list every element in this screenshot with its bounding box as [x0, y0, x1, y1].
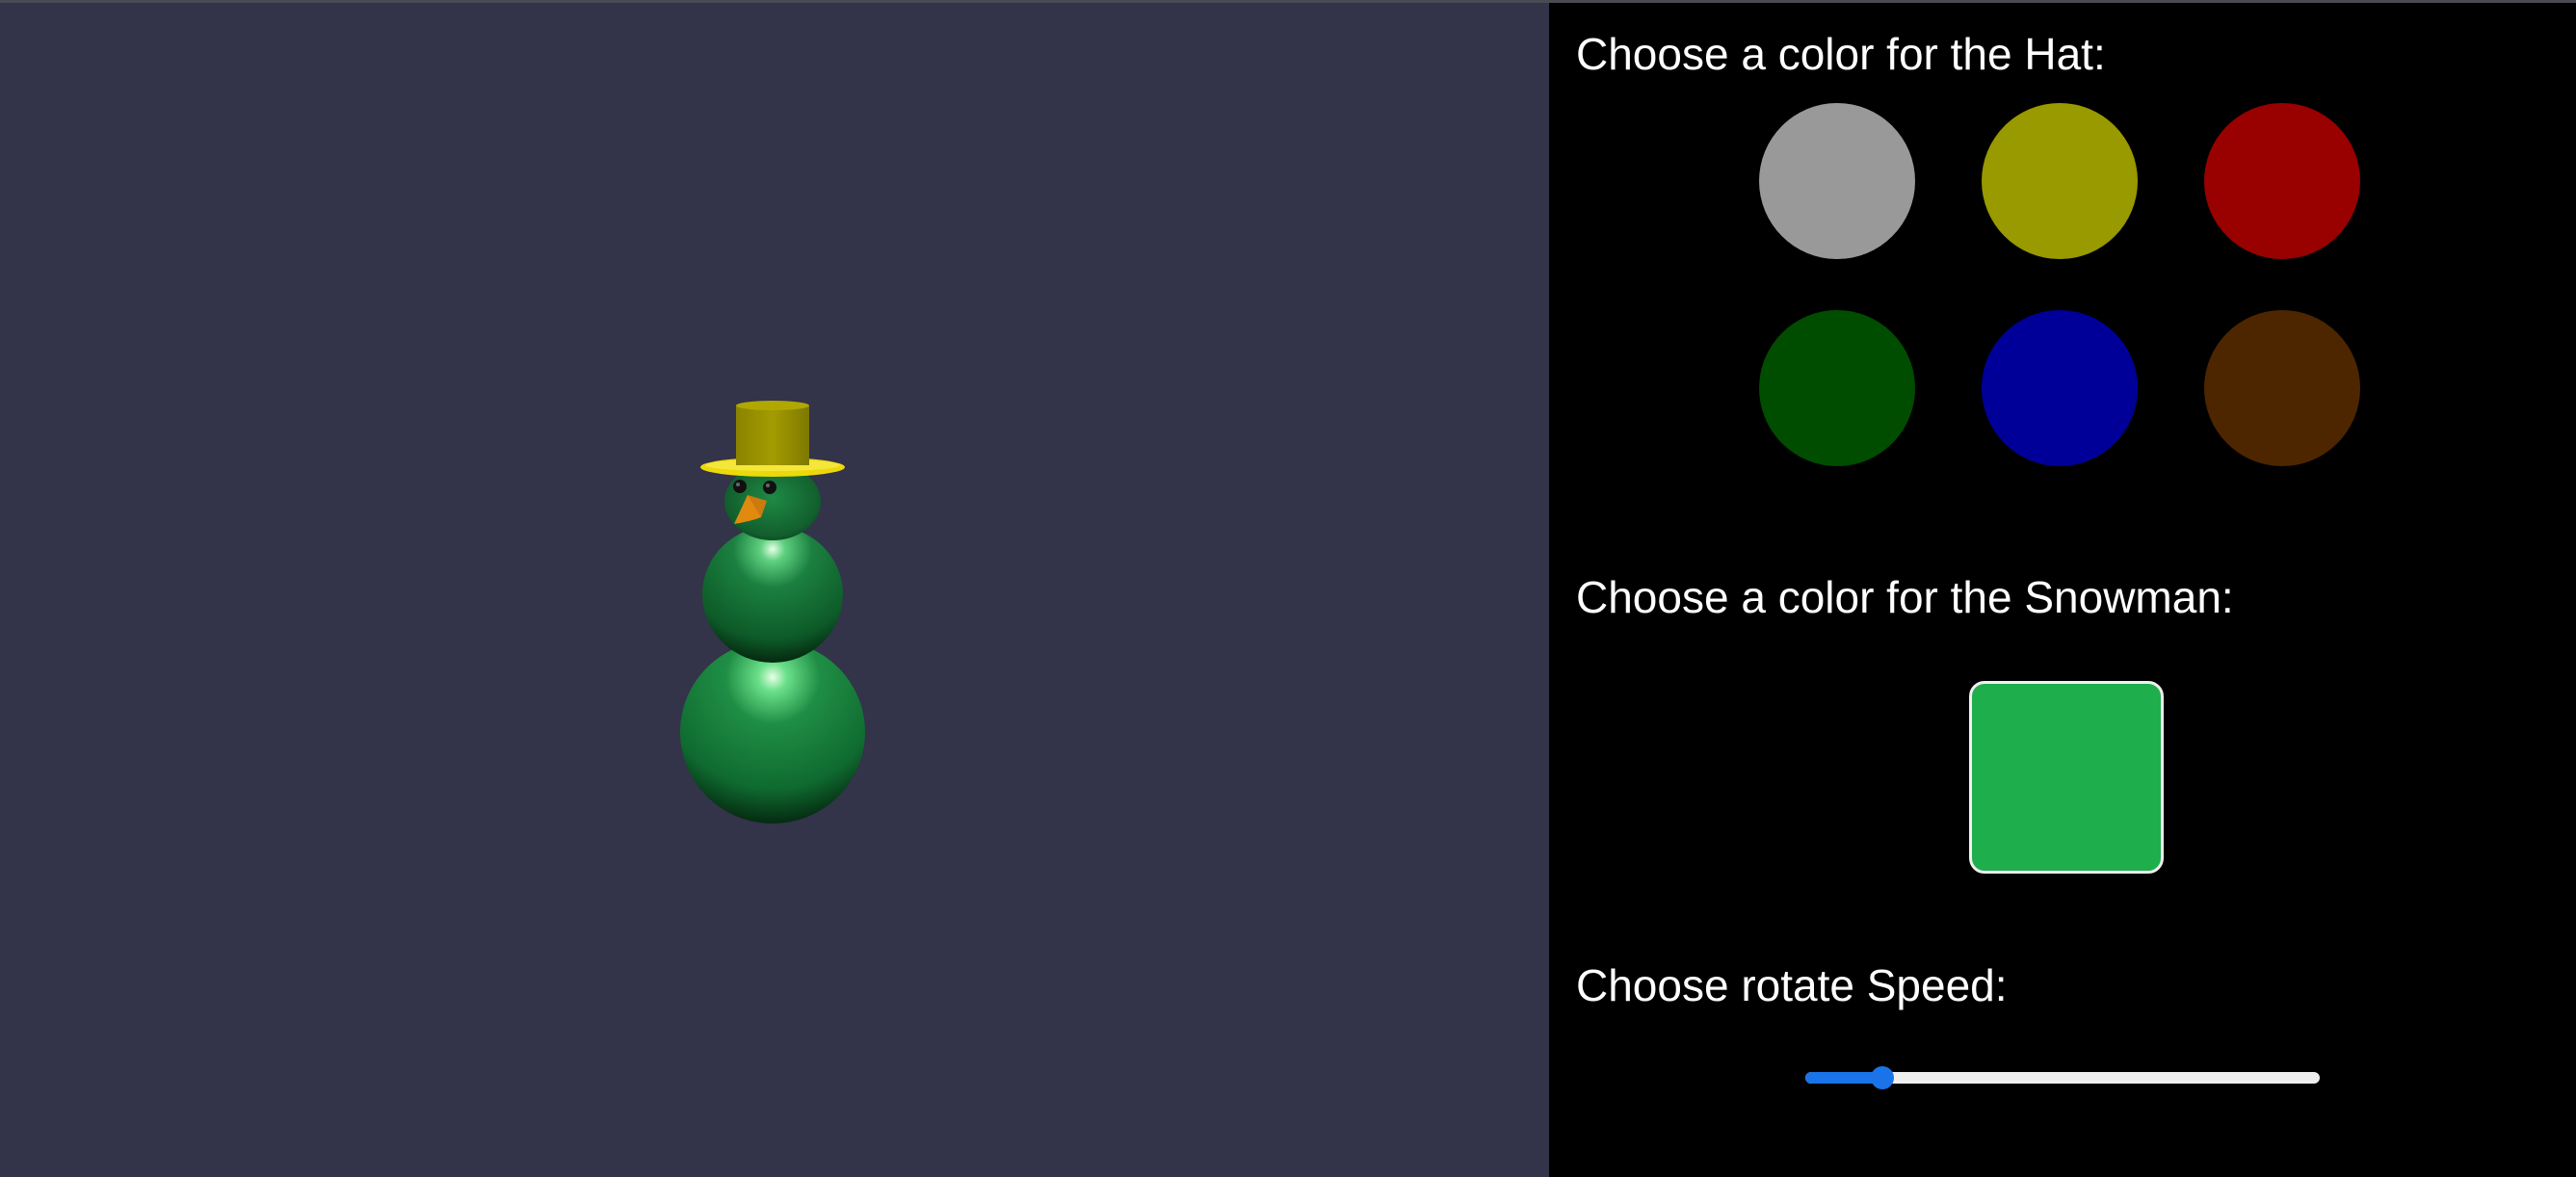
hat-swatch-brown[interactable] [2204, 310, 2360, 466]
3d-viewport[interactable] [0, 3, 1549, 1177]
speed-section-title: Choose rotate Speed: [1576, 960, 2008, 1010]
hat-swatch-blue[interactable] [1982, 310, 2138, 466]
snowman-right-eye [763, 481, 776, 494]
snowman-left-eye [733, 480, 747, 493]
slider-thumb[interactable] [1871, 1066, 1894, 1089]
snowman-bottom-ball [680, 641, 865, 824]
snowman-middle-ball [702, 526, 843, 663]
hat-swatch-yellow[interactable] [1982, 103, 2138, 259]
snowman-app: Choose a color for the Hat: Choose a col… [0, 0, 2576, 1177]
rotate-speed-slider[interactable] [1805, 1062, 2320, 1091]
snowman-scene [680, 401, 865, 824]
hat-section-title: Choose a color for the Hat: [1576, 29, 2106, 79]
hat-top [736, 405, 809, 465]
hat-swatch-red[interactable] [2204, 103, 2360, 259]
hat-color-swatches [1759, 103, 2362, 469]
snowman-section-title: Choose a color for the Snowman: [1576, 572, 2234, 622]
hat-swatch-gray[interactable] [1759, 103, 1915, 259]
hat-swatch-green[interactable] [1759, 310, 1915, 466]
control-panel: Choose a color for the Hat: Choose a col… [1549, 3, 2576, 1177]
snowman-color-picker[interactable] [1969, 681, 2164, 874]
